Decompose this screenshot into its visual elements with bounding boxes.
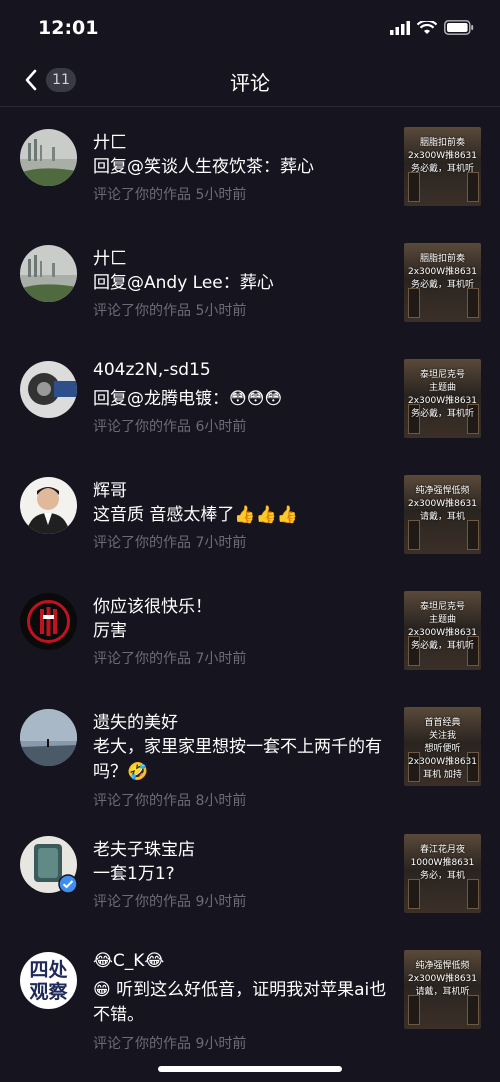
comment-item[interactable]: 遗失的美好 老大，家里家里想按一套不上两千的有吗？🤣 评论了你的作品 8小时前 … <box>0 687 500 814</box>
thumbnail-caption: 首首经典 关注我 想听便听 2x300W推8631 耳机 加持 <box>407 718 478 780</box>
comment-meta: 评论了你的作品 9小时前 <box>93 1036 247 1052</box>
comment-text[interactable]: 回复@龙腾电镀：😳😳😳 <box>93 387 393 412</box>
user-avatar[interactable] <box>20 129 77 186</box>
thumbnail-caption: 春江花月夜 1000W推8631 务必，耳机 <box>410 845 475 881</box>
username[interactable]: 你应该很快乐！ <box>93 592 212 617</box>
comment-meta: 评论了你的作品 7小时前 <box>93 535 247 551</box>
video-thumbnail[interactable]: 胭脂扣前奏 2x300W推8631 务必戴，耳机听 <box>404 243 481 322</box>
avatar-text: 四处观察 <box>29 959 68 1003</box>
video-thumbnail[interactable]: 泰坦尼克号 主题曲 2x300W推8631 务必戴，耳机听 <box>404 359 481 438</box>
user-avatar[interactable]: 四处观察 <box>20 952 77 1009</box>
username[interactable]: 老夫子珠宝店 <box>93 835 195 860</box>
comment-text[interactable]: 一套1万1? <box>93 862 393 887</box>
nav-bar: 11 评论 <box>0 56 500 107</box>
comment-item[interactable]: 404z2N,-sd15 回复@龙腾电镀：😳😳😳 评论了你的作品 6小时前 泰坦… <box>0 339 500 455</box>
video-thumbnail[interactable]: 纯净强悍低频 2x300W推8631 请戴，耳机 <box>404 475 481 554</box>
comment-item[interactable]: 四处观察 😂C_K😂 😁 听到这么好低音，证明我对苹果ai也不错。 评论了你的作… <box>0 930 500 1056</box>
comment-meta: 评论了你的作品 5小时前 <box>93 303 247 319</box>
video-thumbnail[interactable]: 春江花月夜 1000W推8631 务必，耳机 <box>404 834 481 913</box>
comment-text[interactable]: 回复@笑谈人生夜饮茶：葬心 <box>93 155 393 180</box>
comment-meta: 评论了你的作品 9小时前 <box>93 894 247 910</box>
comment-item[interactable]: 廾匚 回复@Andy Lee：葬心 评论了你的作品 5小时前 胭脂扣前奏 2x3… <box>0 223 500 339</box>
user-avatar[interactable] <box>20 593 77 650</box>
thumbnail-caption: 胭脂扣前奏 2x300W推8631 务必戴，耳机听 <box>407 254 478 290</box>
thumbnail-caption: 纯净强悍低频 2x300W推8631 请戴，耳机听 <box>407 961 478 997</box>
username[interactable]: 廾匚 <box>93 128 127 153</box>
username[interactable]: 廾匚 <box>93 244 127 269</box>
wifi-icon <box>417 20 437 34</box>
comment-meta: 评论了你的作品 8小时前 <box>93 793 247 809</box>
user-avatar[interactable] <box>20 361 77 418</box>
username[interactable]: 辉哥 <box>93 476 127 501</box>
video-thumbnail[interactable]: 纯净强悍低频 2x300W推8631 请戴，耳机听 <box>404 950 481 1029</box>
battery-icon <box>444 20 474 35</box>
video-thumbnail[interactable]: 首首经典 关注我 想听便听 2x300W推8631 耳机 加持 <box>404 707 481 786</box>
comment-item[interactable]: 辉哥 这音质 音感太棒了👍👍👍 评论了你的作品 7小时前 纯净强悍低频 2x30… <box>0 455 500 571</box>
user-avatar[interactable] <box>20 477 77 534</box>
user-avatar[interactable] <box>20 709 77 766</box>
username[interactable]: 😂C_K😂 <box>93 951 164 971</box>
comment-text[interactable]: 回复@Andy Lee：葬心 <box>93 271 393 296</box>
comment-text[interactable]: 厉害 <box>93 619 393 644</box>
thumbnail-caption: 泰坦尼克号 主题曲 2x300W推8631 务必戴，耳机听 <box>407 370 478 419</box>
username[interactable]: 遗失的美好 <box>93 708 178 733</box>
video-thumbnail[interactable]: 泰坦尼克号 主题曲 2x300W推8631 务必戴，耳机听 <box>404 591 481 670</box>
user-avatar[interactable] <box>20 245 77 302</box>
thumbnail-caption: 纯净强悍低频 2x300W推8631 请戴，耳机 <box>407 486 478 522</box>
comment-list: 廾匚 回复@笑谈人生夜饮茶：葬心 评论了你的作品 5小时前 胭脂扣前奏 2x30… <box>0 107 500 1056</box>
comment-meta: 评论了你的作品 5小时前 <box>93 187 247 203</box>
comment-text[interactable]: 老大，家里家里想按一套不上两千的有吗？🤣 <box>93 735 393 785</box>
page-title: 评论 <box>230 71 270 95</box>
status-bar: 12:01 <box>0 0 500 56</box>
comment-meta: 评论了你的作品 7小时前 <box>93 651 247 667</box>
verified-badge-icon <box>58 874 78 894</box>
username[interactable]: 404z2N,-sd15 <box>93 360 211 380</box>
comment-item[interactable]: 廾匚 回复@笑谈人生夜饮茶：葬心 评论了你的作品 5小时前 胭脂扣前奏 2x30… <box>0 107 500 223</box>
comment-item[interactable]: 老夫子珠宝店 一套1万1? 评论了你的作品 9小时前 春江花月夜 1000W推8… <box>0 814 500 930</box>
signal-icon <box>390 20 410 35</box>
thumbnail-caption: 泰坦尼克号 主题曲 2x300W推8631 务必戴，耳机听 <box>407 602 478 651</box>
status-icons <box>390 20 474 35</box>
video-thumbnail[interactable]: 胭脂扣前奏 2x300W推8631 务必戴，耳机听 <box>404 127 481 206</box>
comment-meta: 评论了你的作品 6小时前 <box>93 419 247 435</box>
comment-text[interactable]: 😁 听到这么好低音，证明我对苹果ai也不错。 <box>93 978 393 1028</box>
status-time: 12:01 <box>38 17 99 39</box>
home-indicator[interactable] <box>158 1066 342 1072</box>
comment-item[interactable]: 你应该很快乐！ 厉害 评论了你的作品 7小时前 泰坦尼克号 主题曲 2x300W… <box>0 571 500 687</box>
comment-text[interactable]: 这音质 音感太棒了👍👍👍 <box>93 503 393 528</box>
thumbnail-caption: 胭脂扣前奏 2x300W推8631 务必戴，耳机听 <box>407 138 478 174</box>
